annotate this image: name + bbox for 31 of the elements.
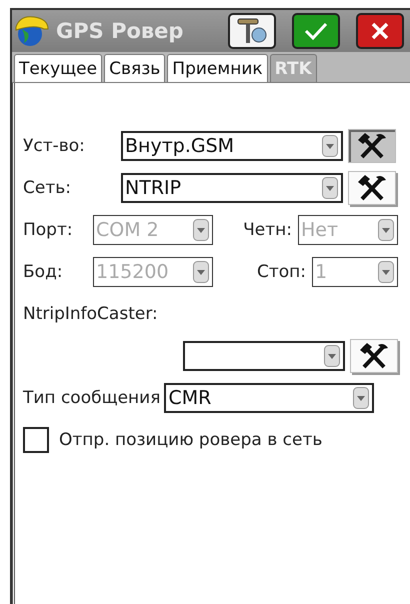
check-icon	[304, 21, 328, 41]
dropdown-field[interactable]: CMR	[164, 383, 374, 413]
gps-receiver-icon	[236, 17, 268, 45]
tools-button[interactable]	[350, 339, 398, 373]
tab[interactable]: Связь	[104, 54, 166, 82]
ok-button[interactable]	[292, 13, 340, 49]
receiver-button[interactable]	[228, 13, 276, 49]
tab[interactable]: Приемник	[167, 54, 268, 82]
field-label: Порт:	[23, 220, 74, 240]
tools-button[interactable]	[348, 171, 396, 205]
tab[interactable]: Текущее	[14, 54, 102, 82]
tools-icon	[357, 132, 387, 160]
tools-icon	[359, 342, 389, 370]
window-title: GPS Ровер	[56, 19, 184, 43]
field-label: Бод:	[23, 262, 64, 282]
field-label: Четн:	[243, 220, 292, 240]
dropdown-field[interactable]: Внутр.GSM	[121, 131, 343, 161]
dropdown-field[interactable]	[183, 341, 345, 371]
helmet-globe-icon	[14, 15, 50, 47]
close-button[interactable]	[356, 13, 404, 49]
checkbox[interactable]	[23, 427, 49, 453]
tools-button[interactable]	[348, 129, 396, 163]
section-label: NtripInfoCaster:	[23, 304, 158, 324]
close-icon	[370, 21, 390, 41]
checkbox-label: Отпр. позицию ровера в сеть	[59, 430, 322, 450]
field-label: Уст-во:	[23, 136, 86, 156]
field-label: Сеть:	[23, 178, 72, 198]
dropdown-field[interactable]: NTRIP	[121, 173, 343, 203]
field-label: Стоп:	[256, 262, 306, 282]
tools-icon	[357, 174, 387, 202]
field-label: Тип сообщения	[23, 388, 160, 408]
